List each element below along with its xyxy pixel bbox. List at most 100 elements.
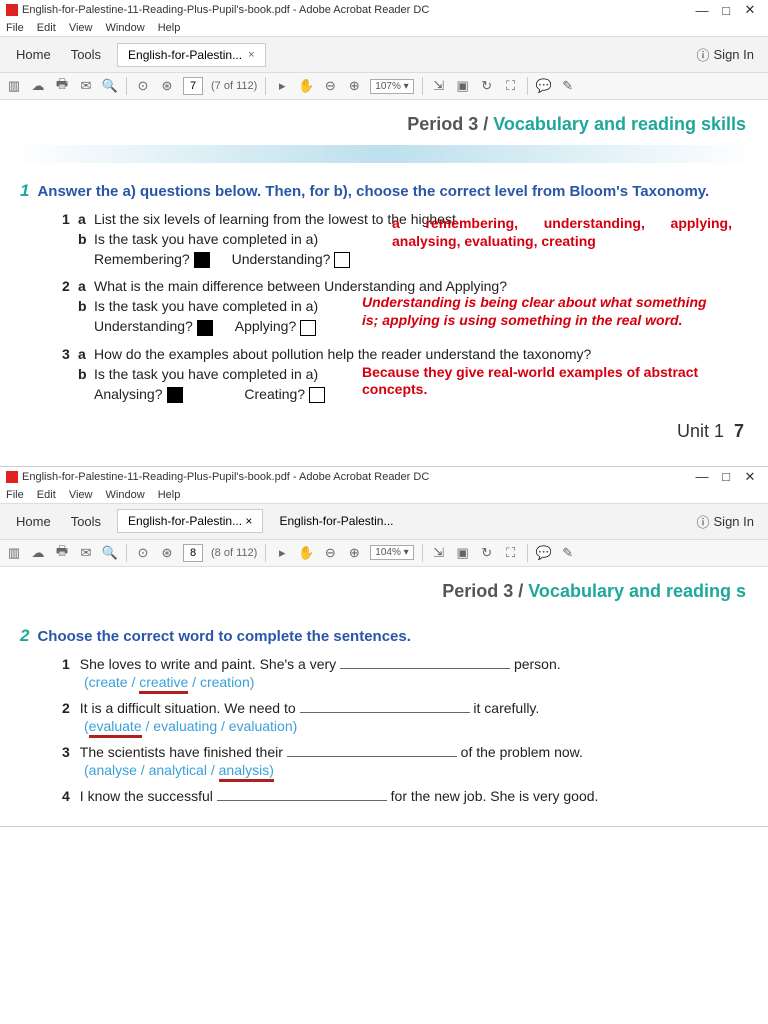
- menu-window[interactable]: Window: [106, 22, 145, 34]
- exercise-number: 2: [20, 626, 29, 645]
- tab-document-1[interactable]: English-for-Palestin... ×: [117, 509, 263, 533]
- fit-page-icon[interactable]: ▣: [455, 78, 471, 94]
- sentence-part1: She loves to write and paint. She's a ve…: [80, 656, 340, 672]
- menu-file[interactable]: File: [6, 489, 24, 501]
- unit-page: 7: [734, 421, 744, 441]
- hand-icon[interactable]: ✋: [298, 545, 314, 561]
- fit-page-icon[interactable]: ▣: [455, 545, 471, 561]
- section-title: Vocabulary and reading skills: [493, 114, 746, 134]
- comment-icon[interactable]: 💬: [536, 545, 552, 561]
- sidebar-icon[interactable]: ▥: [6, 545, 22, 561]
- read-mode-icon[interactable]: ⛶: [503, 545, 519, 561]
- sign-in-label: Sign In: [714, 514, 754, 529]
- q1b-opt1: Remembering?: [94, 251, 190, 267]
- pdf-icon: [6, 4, 18, 16]
- read-mode-icon[interactable]: ⛶: [503, 78, 519, 94]
- rotate-icon[interactable]: ↻: [479, 545, 495, 561]
- checkbox-empty[interactable]: [334, 252, 350, 268]
- acrobat-window-2: English-for-Palestine-11-Reading-Plus-Pu…: [0, 467, 768, 827]
- fit-width-icon[interactable]: ⇲: [431, 78, 447, 94]
- mail-icon[interactable]: ✉: [78, 78, 94, 94]
- tab-document-2[interactable]: English-for-Palestin...: [269, 510, 403, 532]
- sign-in[interactable]: ⓘ Sign In: [689, 512, 763, 531]
- minimize-button[interactable]: —: [690, 469, 714, 484]
- toolbar: ▥ ☁ 🖶 ✉ 🔍 ⊙ ⊛ (8 of 112) ▸ ✋ ⊖ ⊕ 104% ▾ …: [0, 540, 768, 567]
- menu-edit[interactable]: Edit: [37, 489, 56, 501]
- q3a-text: How do the examples about pollution help…: [94, 346, 591, 362]
- zoom-in-icon[interactable]: ⊕: [346, 545, 362, 561]
- sidebar-icon[interactable]: ▥: [6, 78, 22, 94]
- tab-home[interactable]: Home: [6, 508, 61, 535]
- menu-edit[interactable]: Edit: [37, 22, 56, 34]
- print-icon[interactable]: 🖶: [54, 545, 70, 561]
- checkbox-filled[interactable]: [197, 320, 213, 336]
- tab-home[interactable]: Home: [6, 41, 61, 68]
- cloud-icon[interactable]: ☁: [30, 78, 46, 94]
- menu-help[interactable]: Help: [158, 22, 181, 34]
- menu-file[interactable]: File: [6, 22, 24, 34]
- minimize-button[interactable]: —: [690, 3, 714, 18]
- sentence-part2: it carefully.: [470, 700, 540, 716]
- sentence-number: 4: [62, 788, 70, 804]
- next-page-icon[interactable]: ⊛: [159, 78, 175, 94]
- checkbox-empty[interactable]: [300, 320, 316, 336]
- sentence-number: 2: [62, 700, 70, 716]
- options-3: (analyse / analytical / analysis): [84, 762, 756, 778]
- tab-tools[interactable]: Tools: [61, 41, 111, 68]
- acrobat-window-1: English-for-Palestine-11-Reading-Plus-Pu…: [0, 0, 768, 467]
- q3b-opt2: Creating?: [244, 386, 305, 402]
- tab-document[interactable]: English-for-Palestin... ×: [117, 43, 265, 67]
- zoom-select[interactable]: 104% ▾: [370, 545, 413, 560]
- mail-icon[interactable]: ✉: [78, 545, 94, 561]
- window-title: English-for-Palestine-11-Reading-Plus-Pu…: [22, 471, 429, 483]
- rotate-icon[interactable]: ↻: [479, 78, 495, 94]
- pdf-icon: [6, 471, 18, 483]
- menu-view[interactable]: View: [69, 22, 93, 34]
- tab-close-icon[interactable]: ×: [248, 49, 254, 61]
- close-button[interactable]: ✕: [738, 2, 762, 18]
- q2b-opt2: Applying?: [235, 318, 297, 334]
- sentence-1: 1She loves to write and paint. She's a v…: [62, 656, 756, 672]
- unit-footer: Unit 17: [12, 421, 744, 442]
- zoom-in-icon[interactable]: ⊕: [346, 78, 362, 94]
- search-icon[interactable]: 🔍: [102, 78, 118, 94]
- blank: [217, 789, 387, 801]
- fit-width-icon[interactable]: ⇲: [431, 545, 447, 561]
- pointer-icon[interactable]: ▸: [274, 78, 290, 94]
- cloud-icon[interactable]: ☁: [30, 545, 46, 561]
- print-icon[interactable]: 🖶: [54, 78, 70, 94]
- checkbox-empty[interactable]: [309, 387, 325, 403]
- sign-icon[interactable]: ✎: [560, 78, 576, 94]
- tabbar: Home Tools English-for-Palestin... × ⓘ S…: [0, 36, 768, 73]
- checkbox-filled[interactable]: [167, 387, 183, 403]
- pointer-icon[interactable]: ▸: [274, 545, 290, 561]
- page-number-input[interactable]: [183, 544, 203, 562]
- restore-button[interactable]: □: [714, 469, 738, 484]
- q3b-text: Is the task you have completed in a): [94, 366, 318, 382]
- tab-document-label: English-for-Palestin...: [128, 48, 242, 62]
- zoom-out-icon[interactable]: ⊖: [322, 545, 338, 561]
- checkbox-filled[interactable]: [194, 252, 210, 268]
- next-page-icon[interactable]: ⊛: [159, 545, 175, 561]
- menu-view[interactable]: View: [69, 489, 93, 501]
- menubar: File Edit View Window Help: [0, 487, 768, 503]
- sign-icon[interactable]: ✎: [560, 545, 576, 561]
- prev-page-icon[interactable]: ⊙: [135, 78, 151, 94]
- zoom-out-icon[interactable]: ⊖: [322, 78, 338, 94]
- restore-button[interactable]: □: [714, 3, 738, 18]
- section-title: Vocabulary and reading s: [528, 581, 746, 601]
- comment-icon[interactable]: 💬: [536, 78, 552, 94]
- tab-tools[interactable]: Tools: [61, 508, 111, 535]
- prev-page-icon[interactable]: ⊙: [135, 545, 151, 561]
- zoom-select[interactable]: 107% ▾: [370, 79, 413, 94]
- close-button[interactable]: ✕: [738, 469, 762, 485]
- exercise-2-instruction: 2Choose the correct word to complete the…: [20, 626, 756, 646]
- menu-window[interactable]: Window: [106, 489, 145, 501]
- sentence-part2: for the new job. She is very good.: [387, 788, 599, 804]
- page-number-input[interactable]: [183, 77, 203, 95]
- search-icon[interactable]: 🔍: [102, 545, 118, 561]
- menu-help[interactable]: Help: [158, 489, 181, 501]
- info-icon: ⓘ: [697, 45, 710, 64]
- sign-in[interactable]: ⓘ Sign In: [689, 45, 763, 64]
- hand-icon[interactable]: ✋: [298, 78, 314, 94]
